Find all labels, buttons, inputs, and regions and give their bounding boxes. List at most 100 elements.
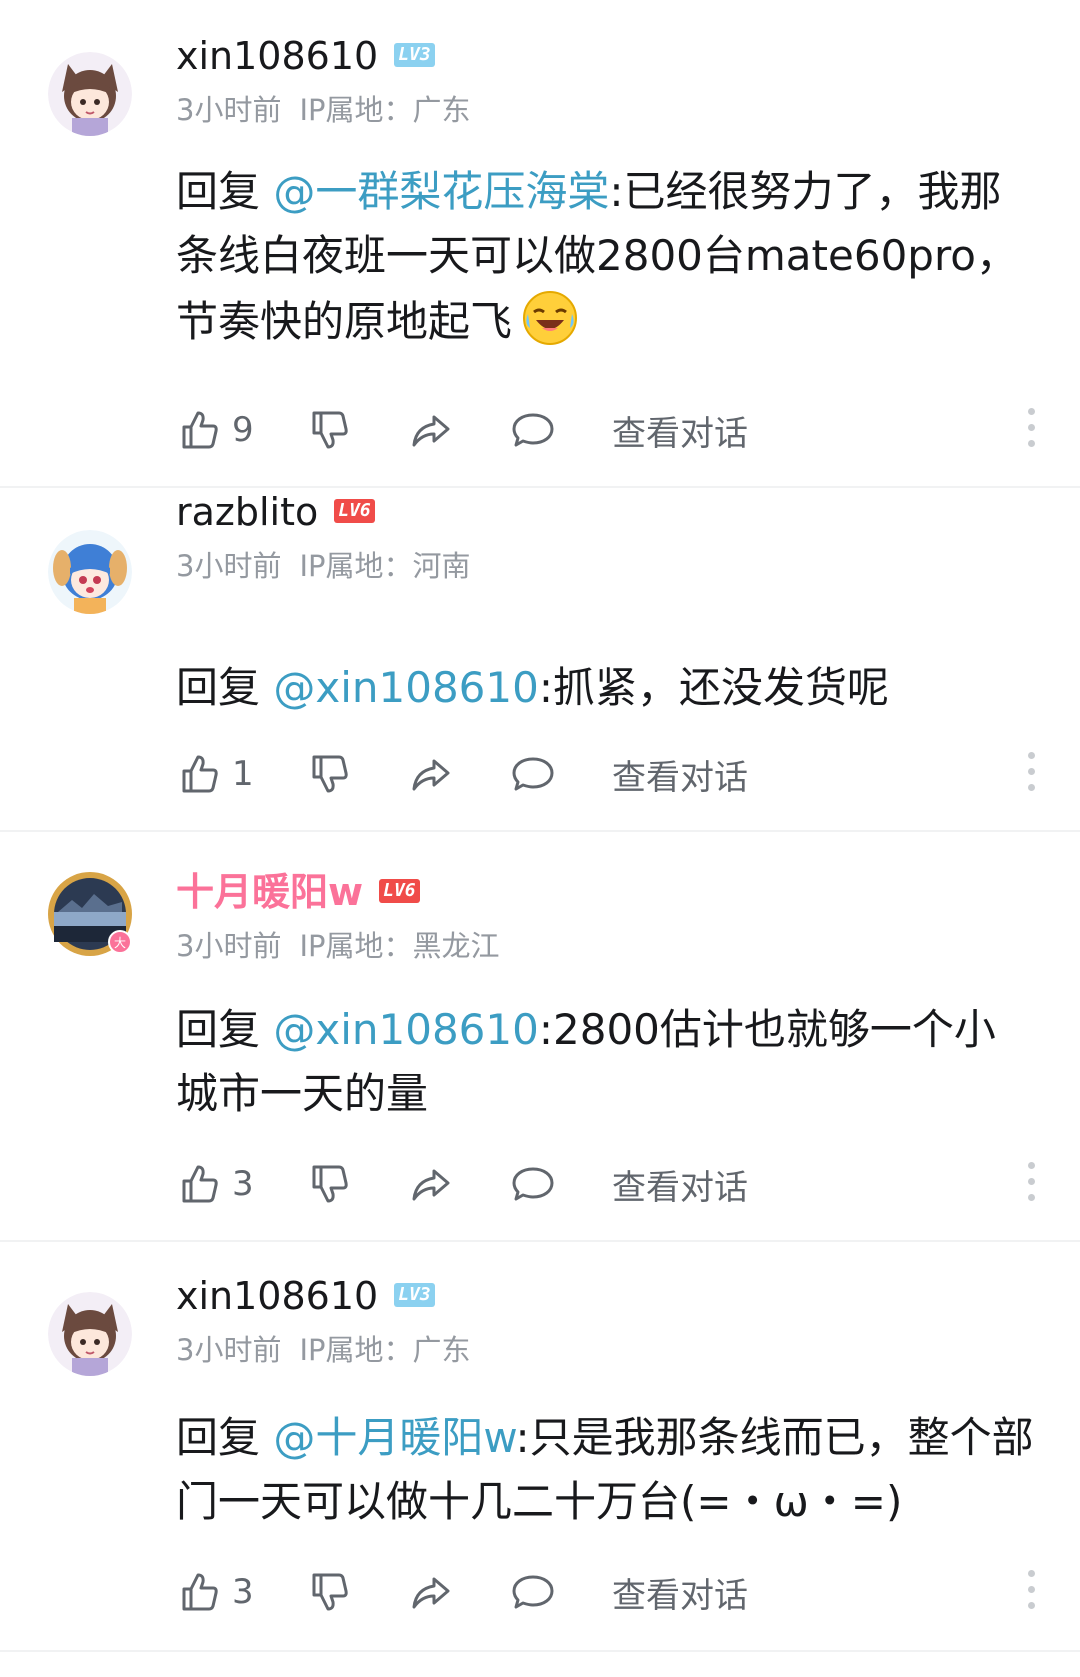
like-count: 9	[232, 410, 254, 450]
comment-time: 3小时前	[176, 1333, 282, 1367]
thumbs-down-icon	[306, 1161, 352, 1207]
comment-actions: 3 查看对话	[176, 1566, 1036, 1618]
like-count: 3	[232, 1572, 254, 1612]
reply-prefix: 回复	[176, 167, 261, 216]
thumbs-down-icon	[306, 407, 352, 453]
more-icon[interactable]	[1026, 752, 1036, 796]
view-conversation-label[interactable]: 查看对话	[612, 406, 748, 455]
ip-location: IP属地：河南	[299, 549, 471, 583]
view-conversation-label[interactable]: 查看对话	[612, 750, 748, 799]
comment-content: 回复 @十月暖阳w:只是我那条线而已，整个部门一天可以做十几二十万台(=・ω・=…	[176, 1406, 1036, 1534]
comment-meta: 3小时前 IP属地：河南	[176, 546, 471, 586]
username-text[interactable]: xin108610	[176, 34, 378, 78]
comment-list: xin108610 LV3 3小时前 IP属地：广东 回复 @一群梨花压海棠:已经很…	[0, 0, 1080, 1677]
more-icon[interactable]	[1026, 1570, 1036, 1614]
view-conversation-button[interactable]: 查看对话	[612, 1566, 748, 1618]
comment-actions: 9 查看对话	[176, 404, 1036, 456]
dislike-button[interactable]	[306, 1158, 352, 1210]
divider	[0, 486, 1080, 488]
share-icon	[408, 1161, 454, 1207]
level-badge: LV6	[379, 878, 420, 903]
thumbs-up-icon	[176, 1161, 222, 1207]
view-conversation-label[interactable]: 查看对话	[612, 1160, 748, 1209]
comment-time: 3小时前	[176, 929, 282, 963]
share-button[interactable]	[408, 404, 454, 456]
thumbs-up-icon	[176, 407, 222, 453]
like-button[interactable]: 3	[176, 1566, 254, 1618]
view-conversation-button[interactable]: 查看对话	[612, 1158, 748, 1210]
reply-button[interactable]	[510, 1566, 556, 1618]
dislike-button[interactable]	[306, 1566, 352, 1618]
comment-time: 3小时前	[176, 549, 282, 583]
mention-link[interactable]: @xin108610	[273, 1005, 538, 1054]
ip-location: IP属地：广东	[299, 93, 471, 127]
username-text[interactable]: xin108610	[176, 1274, 378, 1318]
view-conversation-label[interactable]: 查看对话	[612, 1568, 748, 1617]
level-badge: LV6	[334, 498, 375, 523]
thumbs-down-icon	[306, 751, 352, 797]
avatar[interactable]	[48, 1292, 132, 1376]
level-badge: LV3	[394, 1282, 435, 1307]
reply-button[interactable]	[510, 1158, 556, 1210]
comment-meta: 3小时前 IP属地：广东	[176, 90, 471, 130]
share-button[interactable]	[408, 1566, 454, 1618]
share-button[interactable]	[408, 748, 454, 800]
more-icon[interactable]	[1026, 1162, 1036, 1206]
mention-link[interactable]: @xin108610	[273, 663, 538, 712]
dislike-button[interactable]	[306, 748, 352, 800]
comment-icon	[510, 1161, 556, 1207]
divider	[0, 830, 1080, 832]
mention-link[interactable]: @十月暖阳w	[273, 1413, 515, 1462]
crying-laughing-emoji-icon	[520, 288, 580, 348]
avatar[interactable]: 大	[48, 872, 132, 956]
divider	[0, 1240, 1080, 1242]
more-icon[interactable]	[1026, 408, 1036, 452]
like-count: 3	[232, 1164, 254, 1204]
share-button[interactable]	[408, 1158, 454, 1210]
comment-icon	[510, 407, 556, 453]
share-icon	[408, 751, 454, 797]
comment-text: :抓紧，还没发货呢	[538, 663, 890, 712]
view-conversation-button[interactable]: 查看对话	[612, 748, 748, 800]
username[interactable]: 十月暖阳w LV6	[176, 868, 420, 916]
comment-time: 3小时前	[176, 93, 282, 127]
username[interactable]: xin108610 LV3	[176, 32, 435, 80]
like-button[interactable]: 3	[176, 1158, 254, 1210]
reply-prefix: 回复	[176, 1413, 261, 1462]
svg-text:大: 大	[114, 936, 126, 950]
username[interactable]: xin108610 LV3	[176, 1272, 435, 1320]
reply-prefix: 回复	[176, 663, 261, 712]
username-text[interactable]: 十月暖阳w	[176, 870, 363, 914]
comment-icon	[510, 751, 556, 797]
level-badge: LV3	[394, 42, 435, 67]
reply-button[interactable]	[510, 748, 556, 800]
like-button[interactable]: 9	[176, 404, 254, 456]
comment-icon	[510, 1569, 556, 1615]
comment-actions: 1 查看对话	[176, 748, 1036, 800]
reply-button[interactable]	[510, 404, 556, 456]
ip-location: IP属地：广东	[299, 1333, 471, 1367]
thumbs-up-icon	[176, 751, 222, 797]
username[interactable]: razblito LV6	[176, 488, 375, 536]
comment-actions: 3 查看对话	[176, 1158, 1036, 1210]
reply-prefix: 回复	[176, 1005, 261, 1054]
thumbs-up-icon	[176, 1569, 222, 1615]
mention-link[interactable]: @一群梨花压海棠	[273, 167, 609, 216]
thumbs-down-icon	[306, 1569, 352, 1615]
share-icon	[408, 1569, 454, 1615]
dislike-button[interactable]	[306, 404, 352, 456]
comment-content: 回复 @xin108610:抓紧，还没发货呢	[176, 656, 1036, 720]
ip-location: IP属地：黑龙江	[299, 929, 500, 963]
share-icon	[408, 407, 454, 453]
view-conversation-button[interactable]: 查看对话	[612, 404, 748, 456]
avatar[interactable]	[48, 52, 132, 136]
like-count: 1	[232, 754, 254, 794]
like-button[interactable]: 1	[176, 748, 254, 800]
comment-content: 回复 @xin108610:2800估计也就够一个小城市一天的量	[176, 998, 1036, 1126]
divider	[0, 1650, 1080, 1652]
comment-content: 回复 @一群梨花压海棠:已经很努力了，我那条线白夜班一天可以做2800台mate…	[176, 160, 1036, 354]
comment-meta: 3小时前 IP属地：黑龙江	[176, 926, 500, 966]
username-text[interactable]: razblito	[176, 490, 318, 534]
comment-meta: 3小时前 IP属地：广东	[176, 1330, 471, 1370]
avatar[interactable]	[48, 530, 132, 614]
